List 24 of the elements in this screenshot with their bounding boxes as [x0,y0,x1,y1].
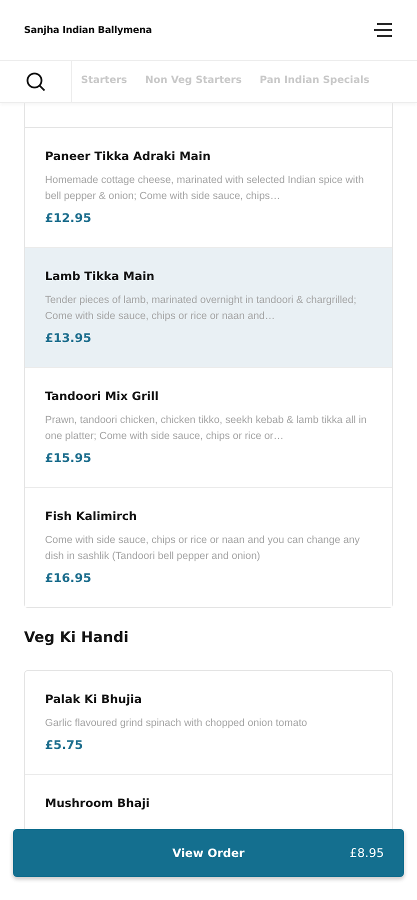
item-name: Paneer Tikka Adraki Main [45,149,212,163]
search-icon[interactable] [0,61,72,102]
item-name: Mushroom Bhaji [45,796,151,810]
item-description: Prawn, tandoori chicken, chicken tikko, seekh kebab & lamb tikka all in one platter; Come with side sauce, chips or rice or… [45,414,368,444]
item-name: Palak Ki Bhujia [45,692,143,706]
item-description: Garlic flavoured grind spinach with chopped onion tomato [45,717,308,731]
item-price: £12.95 [45,211,92,225]
order-total: £8.95 [350,846,384,860]
item-description: Homemade cottage cheese, marinated with selected Indian spice with bell pepper & onion; Come with side sauce, chips… [45,174,365,204]
restaurant-name: Sanjha Indian Ballymena [24,24,152,36]
item-name: Tandoori Mix Grill [45,389,160,403]
item-description: Tender pieces of lamb, marinated overnight in tandoori & chargrilled; Come with side sauce, chips or rice or naan and… [45,294,358,324]
menu-icon[interactable] [373,23,393,37]
section-title: Veg Ki Handi [24,629,130,648]
item-price: £13.95 [45,331,92,345]
item-description: Come with side sauce, chips or rice or naan and you can change any dish in sashlik (Tandoori bell pepper and onion) [45,534,361,564]
menu-item[interactable]: Fish Kalimirch Come with side sauce, chips or rice or naan and you can change any dish in sashlik (Tandoori bell pepper and onion) £16.95 [25,487,392,607]
item-price: £16.95 [45,571,92,585]
item-price: £15.95 [45,451,92,465]
view-order-button[interactable]: View Order £8.95 [13,829,404,877]
item-price: £5.75 [45,738,84,752]
menu-item[interactable]: Lamb Tikka Main Tender pieces of lamb, marinated overnight in tandoori & chargrilled; Come with side sauce, chips or rice or naan and… £13.95 [25,247,392,367]
item-name: Fish Kalimirch [45,509,138,523]
item-name: Lamb Tikka Main [45,269,156,283]
